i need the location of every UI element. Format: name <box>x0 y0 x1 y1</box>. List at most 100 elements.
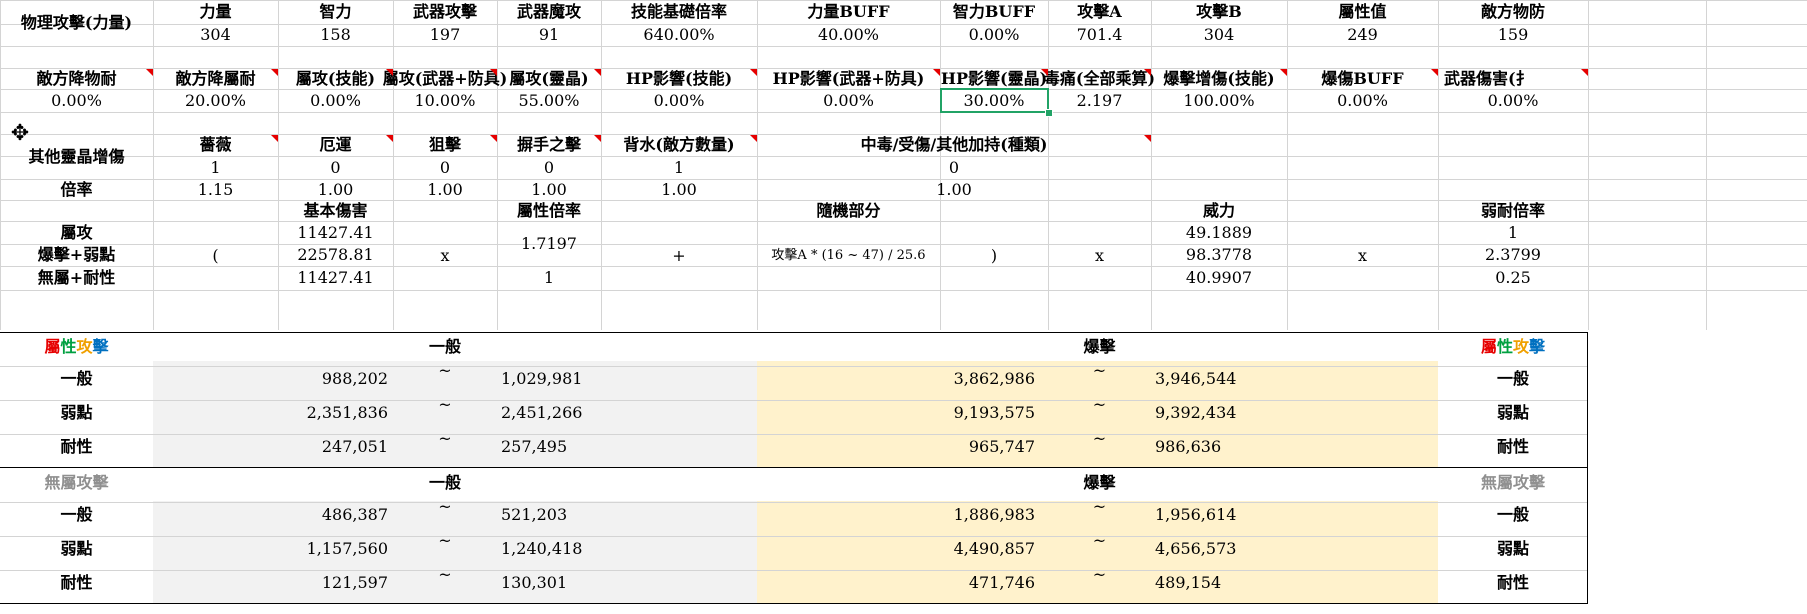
row1-value-6[interactable]: 0.00% <box>940 24 1048 46</box>
row3-rate-5[interactable]: 1.00 <box>757 179 1151 200</box>
row3-header-3[interactable]: 摒手之擊 <box>497 134 601 156</box>
label-rate[interactable]: 倍率 <box>0 179 153 200</box>
row2-value-2[interactable]: 0.00% <box>278 89 393 112</box>
nonattr-table-normal-tilde-0[interactable]: ~ <box>393 490 497 524</box>
formula-weak-1[interactable]: 2.3799 <box>1438 244 1588 266</box>
row2-header-10[interactable]: 爆傷BUFF <box>1287 68 1438 89</box>
attr-table-normal-max-0[interactable]: 1,029,981 <box>497 362 701 396</box>
row3-header-4[interactable]: 背水(敵方數量) <box>601 134 757 156</box>
nonattr-table-title-left[interactable]: 無屬攻擊 <box>0 468 153 498</box>
row1-header-7[interactable]: 攻擊A <box>1048 0 1151 24</box>
spreadsheet-grid[interactable]: 物理攻擊(力量) 力量 304 智力 158 武器攻擊 197 武器魔攻 91 技能基礎倍率 640… <box>0 0 1807 614</box>
nonattr-table-row-label-0[interactable]: 一般 <box>0 498 153 532</box>
formula-random-expression[interactable]: 攻擊A * (16 ~ 47) / 25.6 <box>757 221 940 290</box>
formula-base-header[interactable]: 基本傷害 <box>278 200 393 221</box>
row1-header-6[interactable]: 智力BUFF <box>940 0 1048 24</box>
row1-header-4[interactable]: 技能基礎倍率 <box>601 0 757 24</box>
row2-value-4[interactable]: 55.00% <box>497 89 601 112</box>
formula-base-1[interactable]: 22578.81 <box>278 244 393 266</box>
row2-value-8[interactable]: 2.197 <box>1048 89 1151 112</box>
formula-label-0[interactable]: 屬攻 <box>0 221 153 244</box>
attr-table-row-label-1[interactable]: 弱點 <box>0 396 153 430</box>
row1-value-3[interactable]: 91 <box>497 24 601 46</box>
row1-value-7[interactable]: 701.4 <box>1048 24 1151 46</box>
attr-table-crit-tilde-0[interactable]: ~ <box>1048 354 1151 388</box>
formula-plus[interactable]: + <box>601 221 757 290</box>
row1-value-8[interactable]: 304 <box>1151 24 1287 46</box>
formula-power-0[interactable]: 49.1889 <box>1151 221 1287 244</box>
row1-header-2[interactable]: 武器攻擊 <box>393 0 497 24</box>
row2-header-4[interactable]: 屬攻(靈晶) <box>497 68 601 89</box>
nonattr-table-normal-max-0[interactable]: 521,203 <box>497 498 701 532</box>
nonattr-table-row-label-2[interactable]: 耐性 <box>0 566 153 600</box>
row3-rate-3[interactable]: 1.00 <box>497 179 601 200</box>
formula-base-0[interactable]: 11427.41 <box>278 221 393 244</box>
formula-random-header[interactable]: 隨機部分 <box>757 200 940 221</box>
row2-header-11[interactable]: 武器傷害(扌 <box>1438 68 1594 89</box>
attr-table-row-label-right-0[interactable]: 一般 <box>1438 362 1588 396</box>
formula-attr-header[interactable]: 屬性倍率 <box>497 200 601 221</box>
row2-value-5[interactable]: 0.00% <box>601 89 757 112</box>
nonattr-table-crit-tilde-0[interactable]: ~ <box>1048 490 1151 524</box>
row1-value-9[interactable]: 249 <box>1287 24 1438 46</box>
nonattr-table-normal-min-1[interactable]: 1,157,560 <box>153 532 390 566</box>
fill-handle[interactable] <box>1045 109 1053 117</box>
nonattr-table-crit-tilde-2[interactable]: ~ <box>1048 558 1151 592</box>
row3-count-3[interactable]: 0 <box>497 156 601 179</box>
nonattr-table-crit-max-0[interactable]: 1,956,614 <box>1151 498 1355 532</box>
row2-header-0[interactable]: 敵方降物耐 <box>0 68 153 89</box>
nonattr-table-crit-max-2[interactable]: 489,154 <box>1151 566 1355 600</box>
nonattr-table-row-label-right-1[interactable]: 弱點 <box>1438 532 1588 566</box>
attr-table-normal-min-1[interactable]: 2,351,836 <box>153 396 390 430</box>
formula-weak-0[interactable]: 1 <box>1438 221 1588 244</box>
formula-times-2[interactable]: x <box>1048 221 1151 290</box>
nonattr-table-row-label-right-2[interactable]: 耐性 <box>1438 566 1588 600</box>
formula-power-2[interactable]: 40.9907 <box>1151 266 1287 290</box>
attr-table-crit-min-0[interactable]: 3,862,986 <box>757 362 1035 396</box>
attr-table-row-label-right-2[interactable]: 耐性 <box>1438 430 1588 464</box>
attr-table-row-label-0[interactable]: 一般 <box>0 362 153 396</box>
row2-value-1[interactable]: 20.00% <box>153 89 278 112</box>
row1-header-3[interactable]: 武器魔攻 <box>497 0 601 24</box>
attr-table-normal-tilde-1[interactable]: ~ <box>393 388 497 422</box>
nonattr-table-normal-min-0[interactable]: 486,387 <box>153 498 390 532</box>
formula-base-2[interactable]: 11427.41 <box>278 266 393 290</box>
row3-rate-0[interactable]: 1.15 <box>153 179 278 200</box>
row1-header-5[interactable]: 力量BUFF <box>757 0 940 24</box>
row3-count-2[interactable]: 0 <box>393 156 497 179</box>
attr-table-crit-max-0[interactable]: 3,946,544 <box>1151 362 1355 396</box>
row2-header-7[interactable]: HP影響(靈晶) <box>940 68 1048 89</box>
cursor-move-icon[interactable]: ✥ <box>10 123 30 145</box>
attr-table-crit-tilde-1[interactable]: ~ <box>1048 388 1151 422</box>
row2-header-5[interactable]: HP影響(技能) <box>601 68 757 89</box>
row3-count-1[interactable]: 0 <box>278 156 393 179</box>
formula-power-1[interactable]: 98.3778 <box>1151 244 1287 266</box>
row1-header-9[interactable]: 屬性值 <box>1287 0 1438 24</box>
row2-value-6[interactable]: 0.00% <box>757 89 940 112</box>
formula-times-3[interactable]: x <box>1287 221 1438 290</box>
attr-table-normal-tilde-2[interactable]: ~ <box>393 422 497 456</box>
row2-value-9[interactable]: 100.00% <box>1151 89 1287 112</box>
row3-count-4[interactable]: 1 <box>601 156 757 179</box>
formula-label-1[interactable]: 爆擊+弱點 <box>0 244 153 266</box>
formula-power-header[interactable]: 威力 <box>1151 200 1287 221</box>
row1-value-10[interactable]: 159 <box>1438 24 1588 46</box>
row2-header-8[interactable]: 毒痛(全部乘算) <box>1044 68 1155 89</box>
row1-value-5[interactable]: 40.00% <box>757 24 940 46</box>
row1-header-1[interactable]: 智力 <box>278 0 393 24</box>
formula-weak-header[interactable]: 弱耐倍率 <box>1438 200 1588 221</box>
nonattr-table-crit-tilde-1[interactable]: ~ <box>1048 524 1151 558</box>
attr-table-normal-max-2[interactable]: 257,495 <box>497 430 701 464</box>
row2-value-3[interactable]: 10.00% <box>393 89 497 112</box>
row1-value-1[interactable]: 158 <box>278 24 393 46</box>
row3-rate-1[interactable]: 1.00 <box>278 179 393 200</box>
formula-weak-2[interactable]: 0.25 <box>1438 266 1588 290</box>
attr-table-crit-max-2[interactable]: 986,636 <box>1151 430 1355 464</box>
row3-header-5[interactable]: 中毒/受傷/其他加持(種類) <box>757 134 1151 156</box>
attr-table-normal-min-0[interactable]: 988,202 <box>153 362 390 396</box>
attr-table-normal-max-1[interactable]: 2,451,266 <box>497 396 701 430</box>
formula-attr-0[interactable]: 1.7197 <box>497 221 601 266</box>
nonattr-table-crit-max-1[interactable]: 4,656,573 <box>1151 532 1355 566</box>
row2-header-2[interactable]: 屬攻(技能) <box>278 68 393 89</box>
row1-header-0[interactable]: 力量 <box>153 0 278 24</box>
